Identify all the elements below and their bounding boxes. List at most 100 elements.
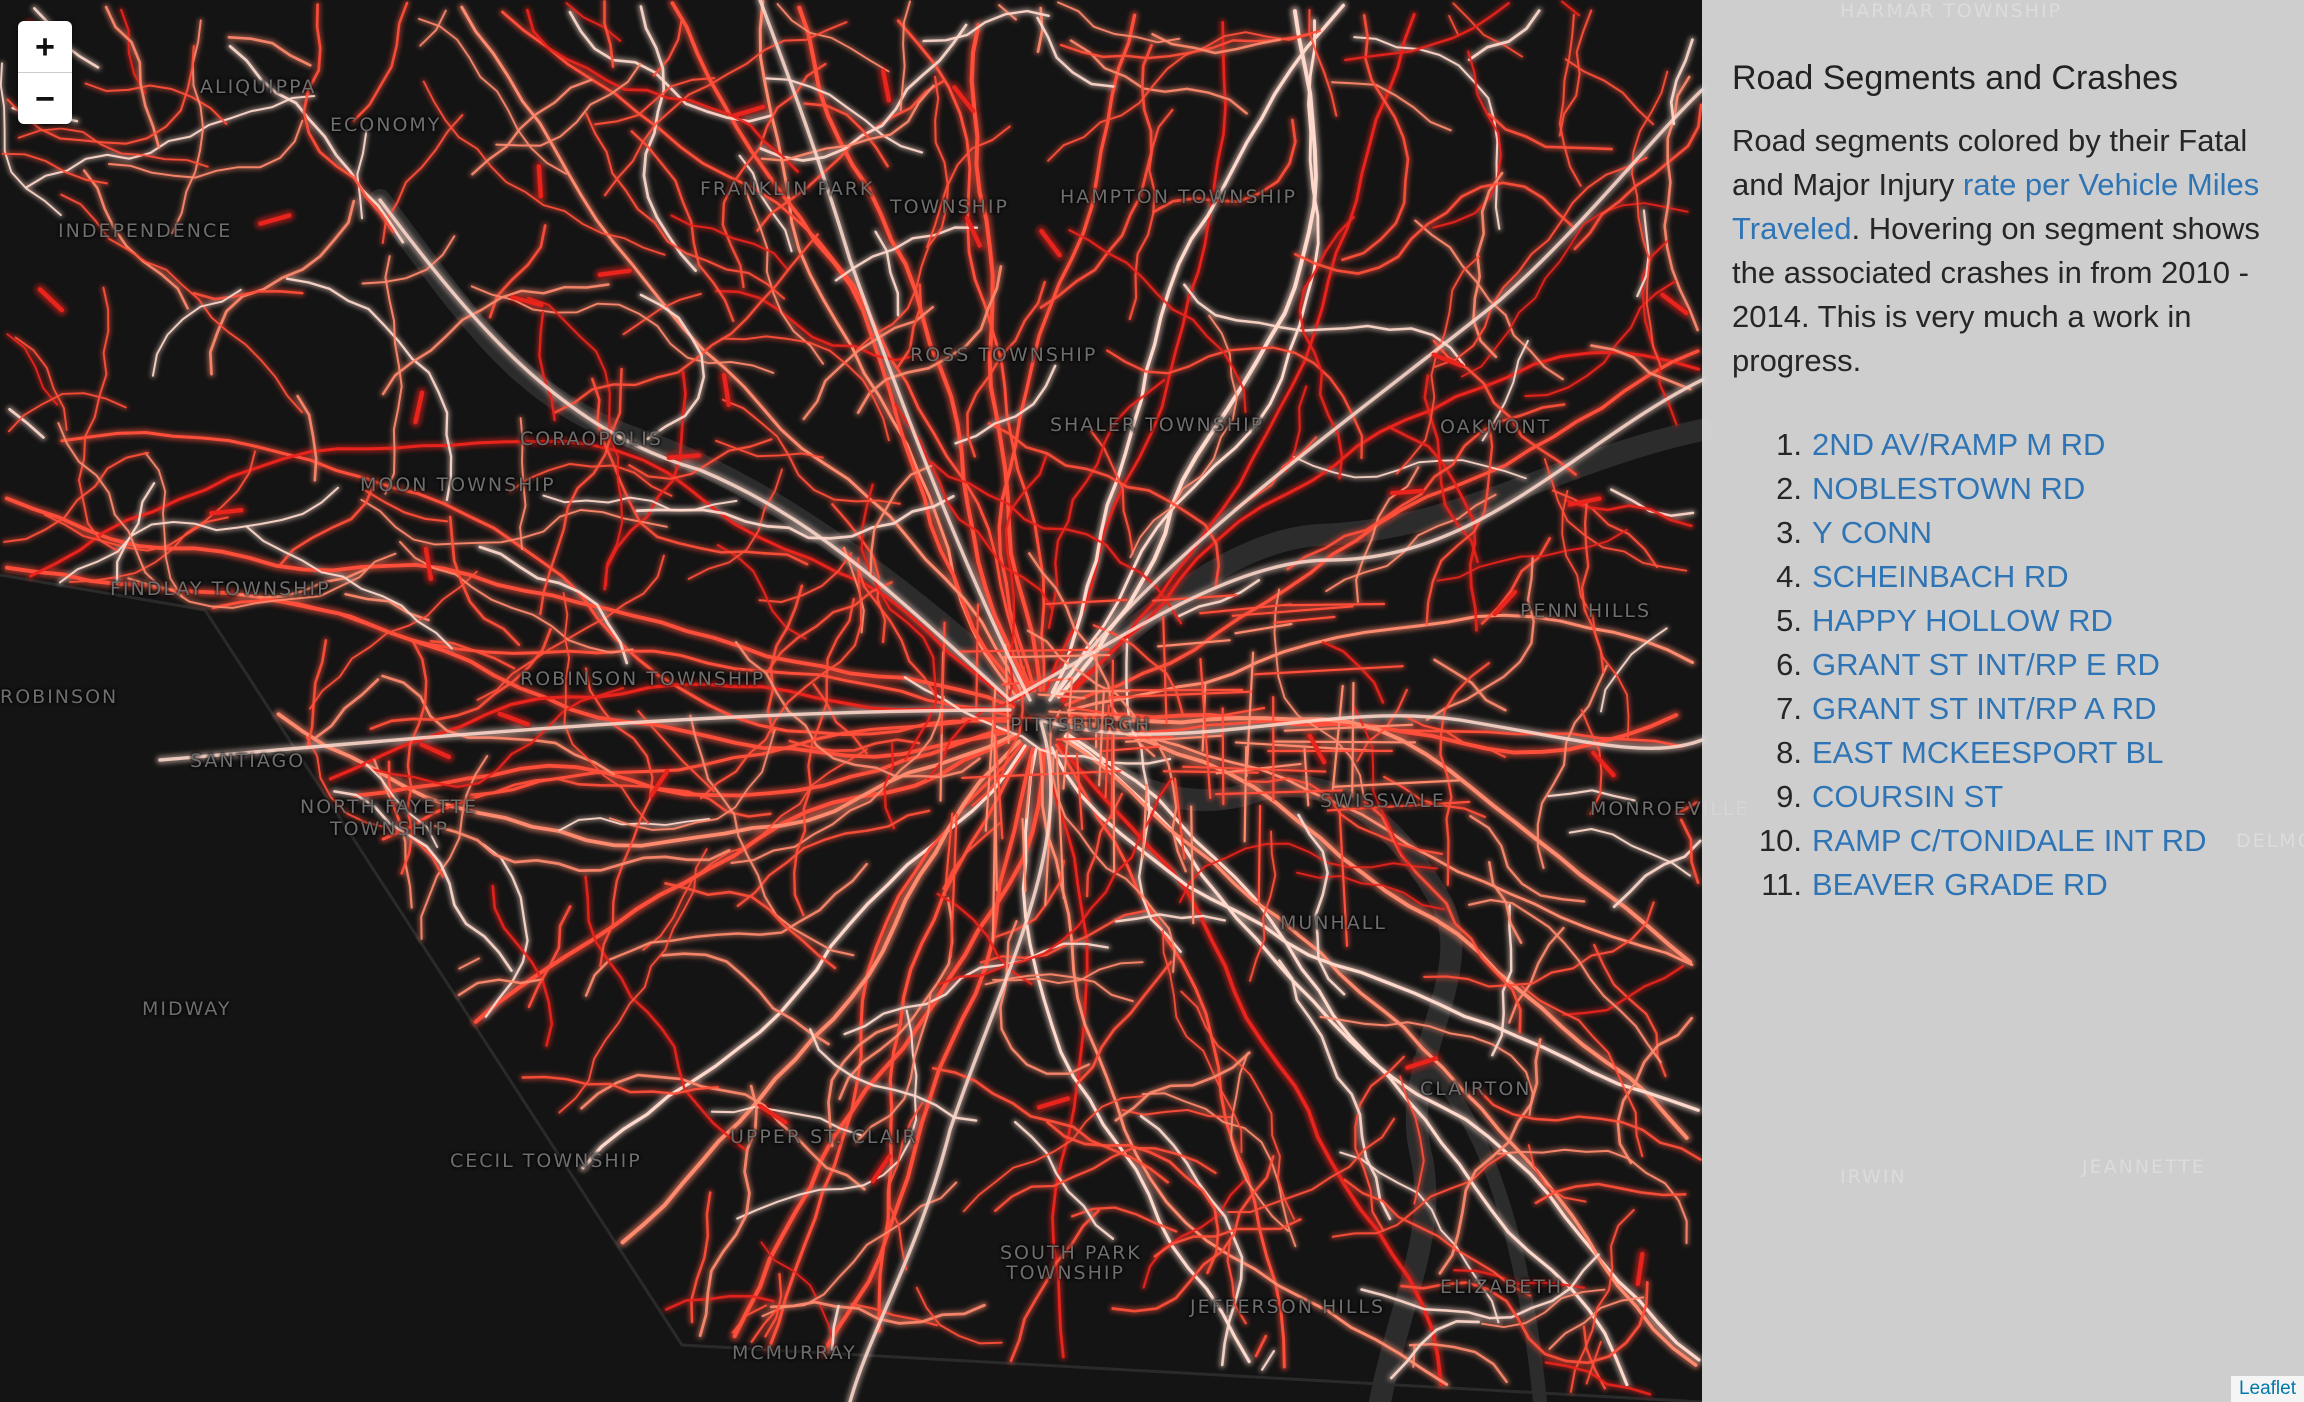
road-segments-glow — [0, 0, 1707, 1402]
road-segment-glow — [169, 18, 206, 236]
road-rank: 9. — [1776, 778, 1802, 814]
place-label-pittsburgh: Pittsburgh — [1010, 714, 1152, 736]
map-canvas[interactable]: Aliquippa Economy Independence Franklin Par… — [0, 0, 2304, 1402]
road-segment[interactable] — [434, 824, 731, 872]
road-segment-glow — [397, 539, 635, 655]
road-link[interactable]: 2ND AV/RAMP M RD — [1812, 423, 2105, 467]
road-segment-glow — [1535, 663, 1610, 871]
road-link[interactable]: RAMP C/TONIDALE INT RD — [1812, 819, 2206, 863]
road-segment[interactable] — [666, 453, 702, 461]
road-segment-glow — [1486, 111, 1615, 153]
road-rank: 7. — [1776, 690, 1802, 726]
road-segment[interactable] — [1468, 9, 1541, 62]
road-segment[interactable] — [1448, 14, 1460, 37]
place-label-midway: Midway — [142, 998, 232, 1020]
road-list-item: 7. GRANT ST INT/RP A RD — [1732, 687, 2278, 731]
road-link[interactable]: NOBLESTOWN RD — [1812, 467, 2085, 511]
road-segment[interactable] — [1282, 602, 1386, 607]
road-rank: 10. — [1758, 822, 1802, 858]
road-list-item: 9. COURSIN ST — [1732, 775, 2278, 819]
place-label-findlay-township: Findlay Township — [110, 578, 331, 600]
panel-description: Road segments colored by their Fatal and… — [1732, 119, 2278, 383]
road-link[interactable]: HAPPY HOLLOW RD — [1812, 599, 2113, 643]
road-segment-glow — [920, 8, 1052, 44]
place-label-aliquippa: Aliquippa — [200, 76, 317, 98]
place-label-independence: Independence — [58, 220, 233, 242]
place-label-franklin-township: Township — [890, 196, 1009, 218]
place-label-oakmont: Oakmont — [1440, 416, 1552, 438]
zoom-control: + − — [18, 21, 72, 124]
road-segment[interactable] — [1260, 1349, 1276, 1371]
road-rank: 8. — [1776, 734, 1802, 770]
road-segment[interactable] — [776, 3, 890, 73]
road-list-item: 1. 2ND AV/RAMP M RD — [1732, 423, 2278, 467]
road-link[interactable]: GRANT ST INT/RP E RD — [1812, 643, 2160, 687]
place-label-north-fayette-township: Township — [330, 818, 449, 840]
panel-title: Road Segments and Crashes — [1732, 59, 2179, 97]
road-link[interactable]: COURSIN ST — [1812, 775, 2003, 819]
road-rank: 4. — [1776, 558, 1802, 594]
road-list-item: 12.STEUBENVILLE PK — [1732, 907, 2278, 911]
road-segment[interactable] — [1412, 1343, 1416, 1368]
road-rank: 1. — [1776, 426, 1802, 462]
road-segment[interactable] — [1110, 659, 1114, 820]
place-label-mcmurray: McMurray — [732, 1342, 857, 1364]
road-segment[interactable] — [1234, 622, 1293, 635]
road-list-item: 6. GRANT ST INT/RP E RD — [1732, 643, 2278, 687]
road-link[interactable]: BEAVER GRADE RD — [1812, 863, 2108, 907]
road-segment-glow — [583, 861, 870, 999]
place-label-north-fayette: North Fayette — [300, 796, 479, 818]
place-label-clairton: Clairton — [1420, 1078, 1532, 1100]
road-segment[interactable] — [536, 164, 544, 199]
road-segment[interactable] — [399, 540, 634, 654]
road-rank: 12. — [1732, 907, 1812, 911]
place-label-robinson-township: Robinson Township — [520, 668, 766, 690]
road-segment[interactable] — [1568, 828, 1691, 877]
road-segment-glow — [1567, 826, 1693, 879]
road-link[interactable]: EAST MCKEESPORT BL — [1812, 731, 2163, 775]
road-segment-glow — [658, 950, 832, 1048]
road-segment[interactable] — [458, 957, 480, 970]
road-rank: 2. — [1776, 470, 1802, 506]
place-label-moon-township: Moon Township — [360, 474, 556, 496]
leaflet-attribution-link[interactable]: Leaflet — [2230, 1376, 2304, 1402]
road-segment-glow — [284, 275, 454, 503]
road-list-item: 3. Y CONN — [1732, 511, 2278, 555]
road-link[interactable]: STEUBENVILLE PK — [1812, 907, 2093, 911]
place-label-munhall: Munhall — [1280, 912, 1387, 934]
place-label-penn-hills: Penn Hills — [1520, 600, 1652, 622]
road-segment[interactable] — [171, 19, 205, 234]
road-segment[interactable] — [1560, 0, 1581, 17]
zoom-out-button[interactable]: − — [18, 72, 72, 124]
road-segment[interactable] — [1351, 681, 1355, 798]
zoom-in-button[interactable]: + — [18, 21, 72, 72]
road-link[interactable]: Y CONN — [1812, 511, 1932, 555]
road-segment[interactable] — [1162, 770, 1259, 774]
road-rank: 5. — [1776, 602, 1802, 638]
road-segment[interactable] — [584, 862, 868, 997]
road-segment[interactable] — [1112, 726, 1116, 873]
road-link[interactable]: SCHEINBACH RD — [1812, 555, 2069, 599]
road-segment[interactable] — [922, 9, 1050, 43]
road-rank: 6. — [1776, 646, 1802, 682]
place-label-coraopolis: Coraopolis — [520, 428, 663, 450]
place-label-elizabeth: Elizabeth — [1440, 1276, 1564, 1298]
road-segment[interactable] — [1221, 707, 1225, 806]
place-label-hampton-township: Hampton Township — [1060, 186, 1297, 208]
road-list-item: 11. BEAVER GRADE RD — [1732, 863, 2278, 907]
road-link[interactable]: GRANT ST INT/RP A RD — [1812, 687, 2157, 731]
road-segment[interactable] — [1257, 804, 1262, 903]
road-segment[interactable] — [209, 507, 244, 516]
road-list-item: 2. NOBLESTOWN RD — [1732, 467, 2278, 511]
place-label-economy: Economy — [330, 114, 442, 136]
road-rank: 11. — [1761, 866, 1802, 902]
road-list: 1. 2ND AV/RAMP M RD 2. NOBLESTOWN RD 3. Y CON… — [1732, 423, 2278, 911]
road-segment[interactable] — [1536, 664, 1608, 869]
road-list-item: 5. HAPPY HOLLOW RD — [1732, 599, 2278, 643]
road-segment[interactable] — [1390, 488, 1425, 496]
place-label-swissvale: Swissvale — [1320, 790, 1446, 812]
road-segment[interactable] — [1272, 740, 1417, 744]
road-segment[interactable] — [1573, 103, 1703, 251]
road-list-scroll[interactable]: 1. 2ND AV/RAMP M RD 2. NOBLESTOWN RD 3. Y CON… — [1732, 423, 2278, 911]
road-segment[interactable] — [352, 1, 409, 122]
